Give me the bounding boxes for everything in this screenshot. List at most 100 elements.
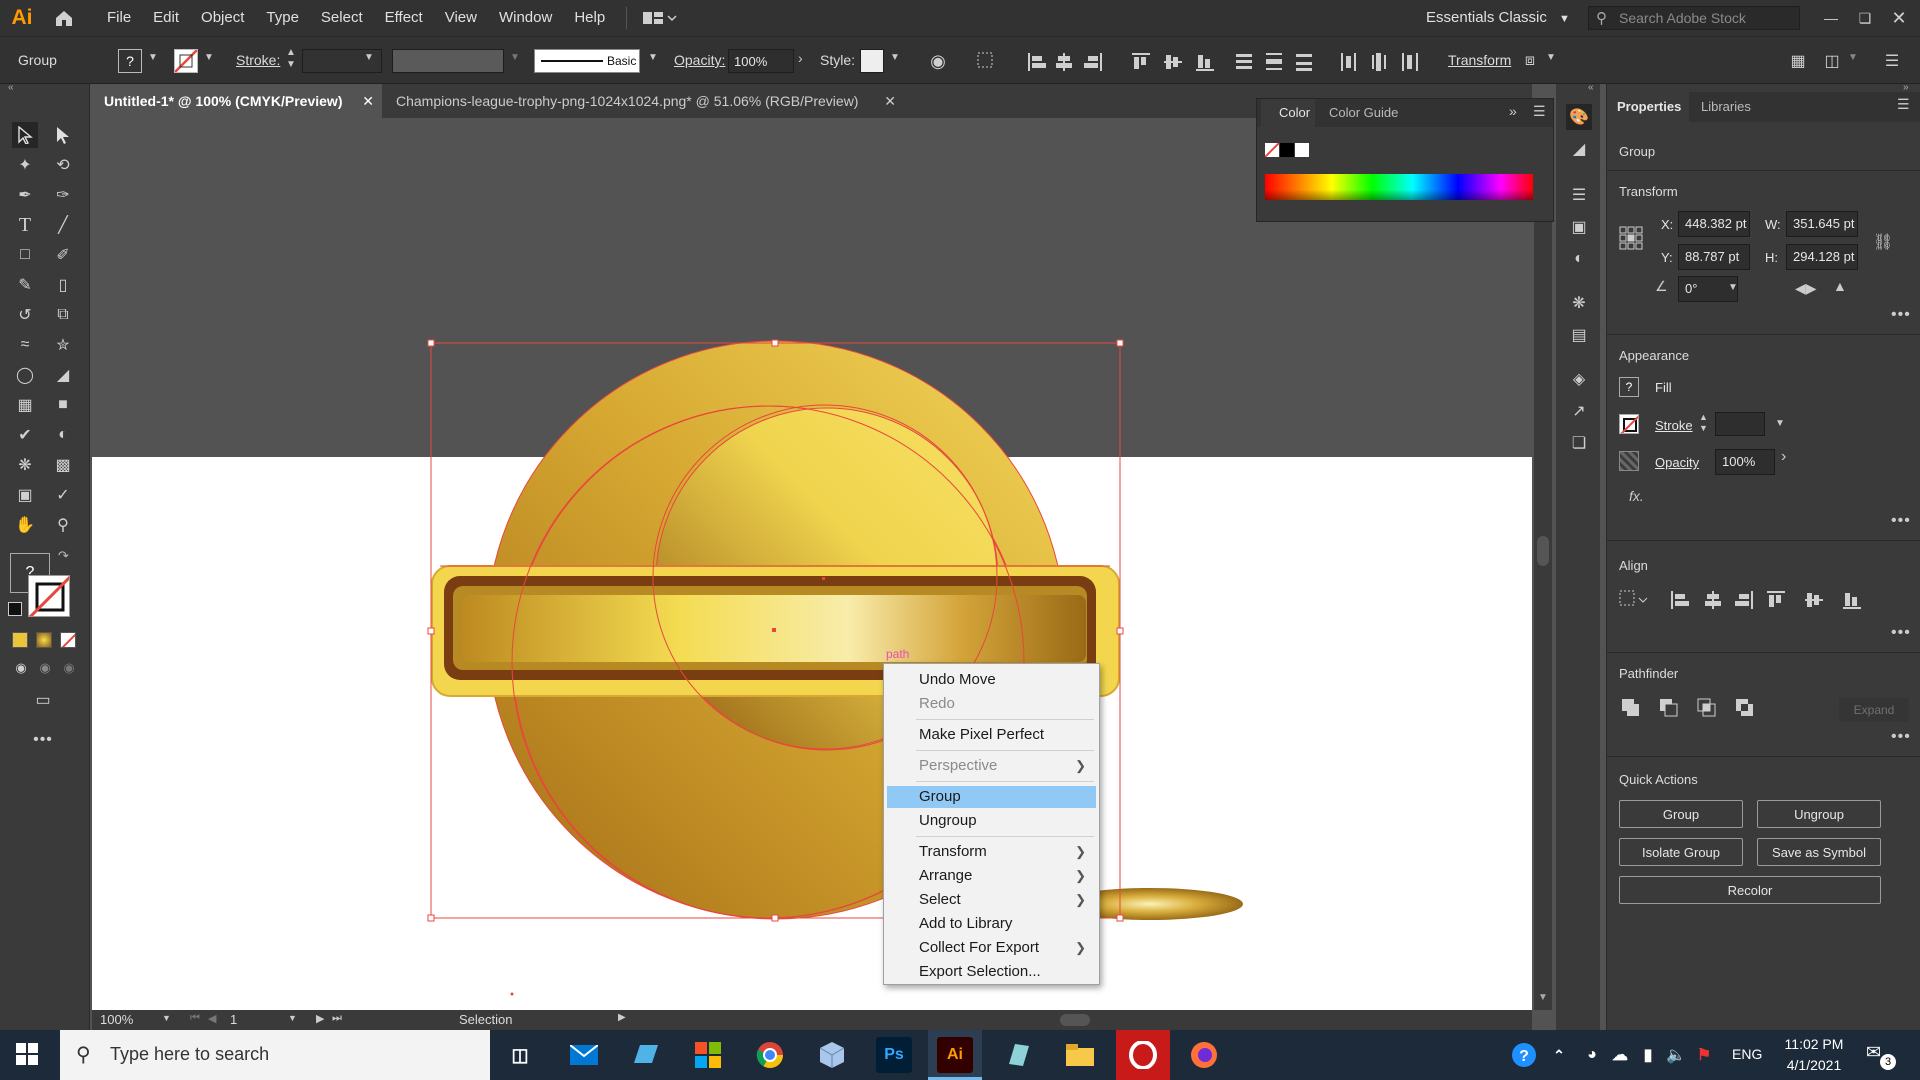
chevron-right-icon[interactable]: ▶ <box>618 1012 626 1023</box>
stroke-swatch-toolbar[interactable] <box>28 575 70 617</box>
selection-tool-icon[interactable] <box>12 122 38 148</box>
slice-tool-icon[interactable]: ✓ <box>50 482 76 508</box>
stock-search-input[interactable]: ⚲ Search Adobe Stock <box>1588 6 1800 30</box>
firefox-icon[interactable] <box>1186 1037 1222 1073</box>
puppet-warp-icon[interactable]: ⧈ <box>1518 49 1542 73</box>
pathfinder-minus-front-icon[interactable] <box>1659 698 1679 718</box>
close-icon[interactable]: ✕ <box>362 84 374 118</box>
menu-item-arrange[interactable]: Arrange ❯ <box>887 865 1096 887</box>
clock[interactable]: 11:02 PM 4/1/2021 <box>1778 1034 1850 1076</box>
menu-effect[interactable]: Effect <box>374 0 434 36</box>
chevron-down-icon[interactable]: ▼ <box>1775 418 1785 429</box>
more-options-icon[interactable]: ••• <box>1891 728 1911 746</box>
gradient-panel-icon[interactable]: ▣ <box>1566 214 1592 240</box>
menu-item-transform[interactable]: Transform ❯ <box>887 841 1096 863</box>
tab-properties[interactable]: Properties <box>1607 92 1689 122</box>
rectangle-tool-icon[interactable]: □ <box>12 242 38 268</box>
shaper-tool-icon[interactable]: ✎ <box>12 272 38 298</box>
menu-item-group[interactable]: Group <box>887 786 1096 808</box>
restore-button[interactable]: ❏ <box>1850 0 1880 36</box>
swap-fill-stroke-icon[interactable]: ↷ <box>58 548 69 564</box>
lasso-tool-icon[interactable]: ⟲ <box>50 152 76 178</box>
mail-icon[interactable] <box>566 1037 602 1073</box>
shape-builder-tool-icon[interactable]: ◯ <box>12 362 38 388</box>
notifications-icon[interactable]: ✉ 3 <box>1866 1042 1896 1070</box>
collapse-icon[interactable]: « <box>8 82 14 93</box>
pathfinder-unite-icon[interactable] <box>1621 698 1641 718</box>
chevron-right-icon[interactable]: › <box>798 50 803 66</box>
stroke-weight-stepper[interactable]: ▲ ▼ <box>1699 412 1708 434</box>
chevron-right-icon[interactable]: › <box>1781 448 1786 466</box>
scale-tool-icon[interactable]: ⧉ <box>50 302 76 328</box>
brush-definition[interactable]: Basic <box>534 49 640 73</box>
files-app-icon[interactable] <box>628 1037 664 1073</box>
first-artboard-icon[interactable]: ⏮ <box>190 1012 200 1025</box>
help-icon[interactable]: ? <box>1506 1037 1542 1073</box>
menu-help[interactable]: Help <box>563 0 616 36</box>
workspace-switcher[interactable]: Essentials Classic ▼ <box>1426 0 1570 36</box>
stroke-swatch[interactable] <box>174 49 198 73</box>
artboard-tool-icon[interactable]: ▣ <box>12 482 38 508</box>
menu-item-collect-for-export[interactable]: Collect For Export ❯ <box>887 937 1096 959</box>
chevron-down-icon[interactable]: ▼ <box>1546 52 1556 63</box>
direct-selection-tool-icon[interactable] <box>50 122 76 148</box>
tab-untitled[interactable]: Untitled-1* @ 100% (CMYK/Preview) ✕ <box>92 84 382 118</box>
pathfinder-intersect-icon[interactable] <box>1697 698 1717 718</box>
tab-color-guide[interactable]: Color Guide <box>1329 99 1398 127</box>
flip-vertical-icon[interactable]: ▲ <box>1833 278 1847 294</box>
stroke-label[interactable]: Stroke: <box>236 52 280 68</box>
layers-panel-icon[interactable]: ◈ <box>1566 366 1592 392</box>
constrain-proportions-icon[interactable]: ⛓ <box>1873 232 1893 252</box>
gradient-mode-button[interactable] <box>36 632 52 648</box>
recolor-button[interactable]: Recolor <box>1619 876 1881 904</box>
menu-item-add-to-library[interactable]: Add to Library <box>887 913 1096 935</box>
magic-wand-tool-icon[interactable]: ✦ <box>12 152 38 178</box>
fill-swatch[interactable]: ? <box>118 49 142 73</box>
more-options-icon[interactable]: ••• <box>1891 512 1911 530</box>
stroke-label-panel[interactable]: Stroke <box>1655 418 1693 433</box>
column-graph-tool-icon[interactable]: ▩ <box>50 452 76 478</box>
task-view-icon[interactable]: ◫ <box>502 1037 538 1073</box>
paintbrush-tool-icon[interactable]: ✐ <box>50 242 76 268</box>
store-app-icon[interactable] <box>690 1037 726 1073</box>
menu-item-make-pixel-perfect[interactable]: Make Pixel Perfect <box>887 724 1096 746</box>
pathfinder-exclude-icon[interactable] <box>1735 698 1755 718</box>
symbols-panel-icon[interactable]: ❋ <box>1566 290 1592 316</box>
x-field[interactable]: 448.382 pt <box>1678 211 1750 237</box>
distribute-icon[interactable]: ◫ <box>1820 49 1844 73</box>
menu-object[interactable]: Object <box>190 0 255 36</box>
none-mode-button[interactable] <box>60 632 76 648</box>
show-hidden-icons-chevron[interactable]: ⌃ <box>1541 1037 1577 1073</box>
menu-item-select[interactable]: Select ❯ <box>887 889 1096 911</box>
scrollbar-thumb[interactable] <box>1060 1014 1090 1026</box>
y-field[interactable]: 88.787 pt <box>1678 244 1750 270</box>
opacity-label-panel[interactable]: Opacity <box>1655 455 1699 470</box>
fx-label[interactable]: fx. <box>1629 488 1644 504</box>
chevron-down-icon[interactable]: ▼ <box>148 52 158 63</box>
menu-window[interactable]: Window <box>488 0 563 36</box>
draw-inside-icon[interactable]: ◉ <box>56 655 82 681</box>
perspective-grid-tool-icon[interactable]: ◢ <box>50 362 76 388</box>
group-button[interactable]: Group <box>1619 800 1743 828</box>
close-button[interactable]: ✕ <box>1884 0 1914 36</box>
hand-tool-icon[interactable]: ✋ <box>12 512 38 538</box>
zoom-field[interactable]: 100% <box>100 1012 160 1028</box>
recolor-artwork-icon[interactable]: ◉ <box>926 49 950 73</box>
rotate-tool-icon[interactable]: ↺ <box>12 302 38 328</box>
chevron-down-icon[interactable]: ▼ <box>1728 282 1738 293</box>
pen-tool-icon[interactable]: ✒ <box>12 182 38 208</box>
default-colors-icon[interactable] <box>8 602 22 616</box>
draw-behind-icon[interactable]: ◉ <box>32 655 58 681</box>
color-mode-button[interactable] <box>12 632 28 648</box>
photoshop-icon[interactable]: Ps <box>876 1037 912 1073</box>
more-options-icon[interactable]: ••• <box>1891 624 1911 642</box>
align-buttons[interactable] <box>1619 590 1869 613</box>
flip-horizontal-icon[interactable]: ◀▶ <box>1795 280 1817 297</box>
screen-mode-icon[interactable]: ▭ <box>30 687 56 713</box>
security-flag-icon[interactable]: ⚑ <box>1686 1037 1722 1073</box>
current-tool-label[interactable]: Selection <box>459 1012 512 1027</box>
mesh-tool-icon[interactable]: ▦ <box>12 392 38 418</box>
illustrator-icon[interactable]: Ai <box>937 1037 973 1073</box>
stroke-weight-panel-field[interactable] <box>1715 412 1765 436</box>
stroke-swatch-panel[interactable] <box>1619 414 1639 434</box>
